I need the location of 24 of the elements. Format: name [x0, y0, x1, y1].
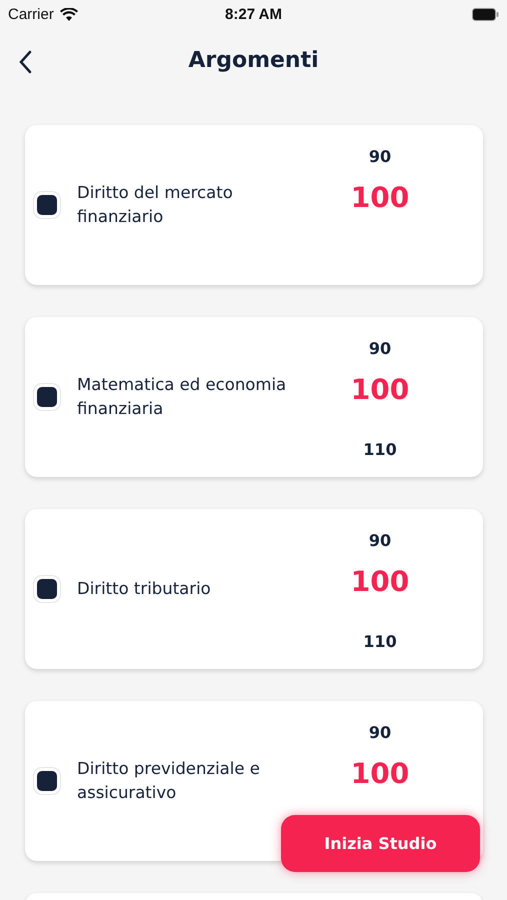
- picker-value[interactable]: 100: [350, 180, 410, 214]
- picker-value[interactable]: 110: [363, 632, 397, 650]
- wifi-icon: [60, 8, 78, 20]
- battery-icon: [472, 8, 499, 20]
- topic-label: Matematica ed economia finanziaria: [77, 374, 287, 420]
- picker-value[interactable]: 90: [368, 146, 392, 166]
- status-time: 8:27 AM: [225, 6, 282, 22]
- picker-value[interactable]: 100: [350, 372, 410, 406]
- topic-label: Diritto tributario: [77, 578, 212, 600]
- picker-value[interactable]: 90: [368, 338, 392, 358]
- checkbox[interactable]: [37, 771, 57, 791]
- picker-value[interactable]: 100: [350, 756, 410, 790]
- picker-value[interactable]: 90: [368, 530, 392, 550]
- checkbox[interactable]: [37, 195, 57, 215]
- picker-value[interactable]: 100: [350, 564, 410, 598]
- picker-value[interactable]: 90: [368, 722, 392, 742]
- checkbox[interactable]: [37, 579, 57, 599]
- carrier-label: Carrier: [8, 6, 54, 22]
- topic-label: Diritto previdenziale e assicurativo: [77, 758, 261, 804]
- start-button[interactable]: Inizia Studio: [281, 815, 480, 872]
- page-title: Argomenti: [188, 48, 319, 72]
- topic-label: Diritto del mercato finanziario: [77, 182, 234, 228]
- checkbox[interactable]: [37, 387, 57, 407]
- picker-value[interactable]: 110: [363, 440, 397, 458]
